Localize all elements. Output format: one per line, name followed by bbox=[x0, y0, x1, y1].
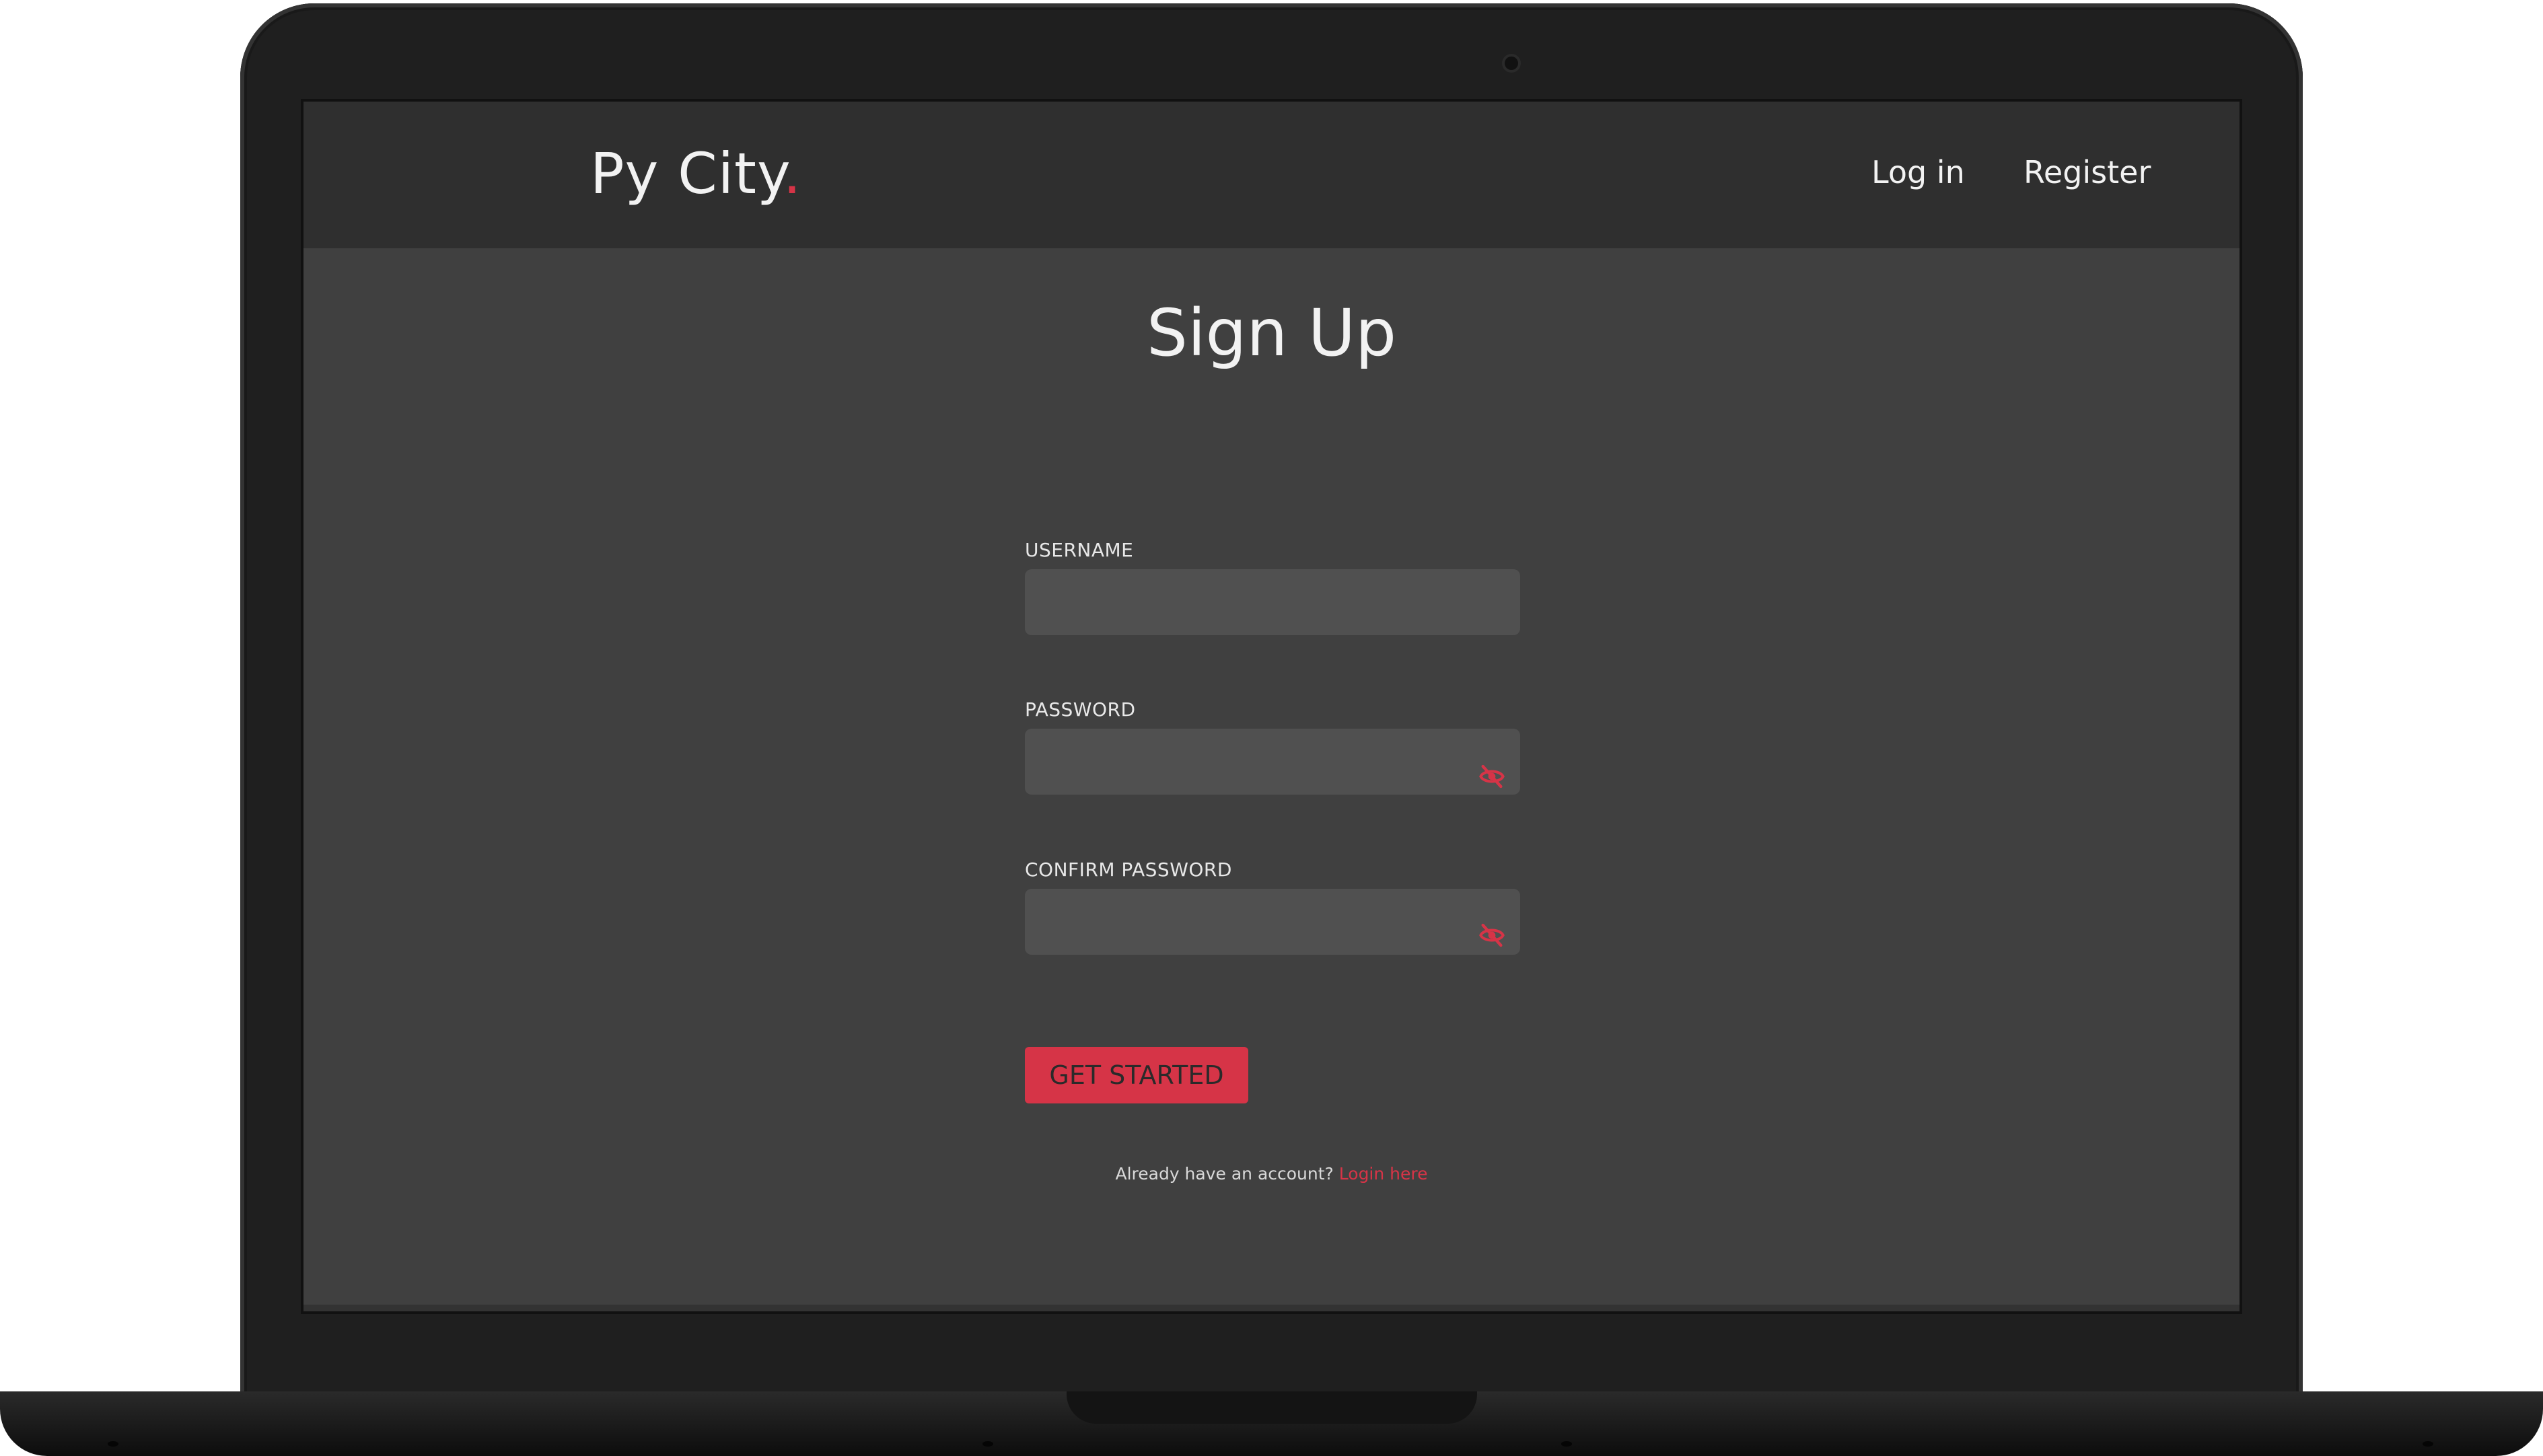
nav-login-link[interactable]: Log in bbox=[1871, 154, 1965, 190]
navbar: Py City. Log in Register bbox=[303, 102, 2240, 248]
get-started-button[interactable]: GET STARTED bbox=[1025, 1047, 1248, 1103]
page-title: Sign Up bbox=[1146, 295, 1397, 371]
browser-screen: Py City. Log in Register Sign Up USERNAM… bbox=[301, 99, 2242, 1314]
laptop-foot bbox=[108, 1441, 118, 1447]
logo-text: Py City bbox=[590, 141, 783, 207]
account-prompt-text: Already have an account? bbox=[1115, 1164, 1334, 1184]
login-here-link[interactable]: Login here bbox=[1339, 1164, 1428, 1184]
username-label: USERNAME bbox=[1025, 539, 1134, 561]
nav-register-link[interactable]: Register bbox=[2023, 154, 2151, 190]
password-label: PASSWORD bbox=[1025, 698, 1136, 721]
confirm-password-input[interactable] bbox=[1025, 889, 1520, 955]
password-input[interactable] bbox=[1025, 729, 1520, 795]
signup-page: Sign Up USERNAME PASSWORD CONFIRM PASSWO… bbox=[303, 248, 2240, 1311]
confirm-password-label: CONFIRM PASSWORD bbox=[1025, 859, 1232, 881]
laptop-foot bbox=[982, 1441, 993, 1447]
laptop-notch bbox=[1067, 1391, 1477, 1424]
laptop-foot bbox=[2423, 1441, 2433, 1447]
logo-dot: . bbox=[783, 141, 802, 207]
laptop-foot bbox=[1561, 1441, 1572, 1447]
eye-off-icon[interactable] bbox=[1478, 763, 1505, 790]
login-prompt: Already have an account? Login here bbox=[303, 1164, 2240, 1184]
username-input[interactable] bbox=[1025, 569, 1520, 635]
eye-off-icon[interactable] bbox=[1478, 922, 1505, 949]
site-logo[interactable]: Py City. bbox=[590, 141, 801, 207]
page-footer-strip bbox=[303, 1305, 2240, 1311]
webcam-icon bbox=[1505, 57, 1518, 70]
